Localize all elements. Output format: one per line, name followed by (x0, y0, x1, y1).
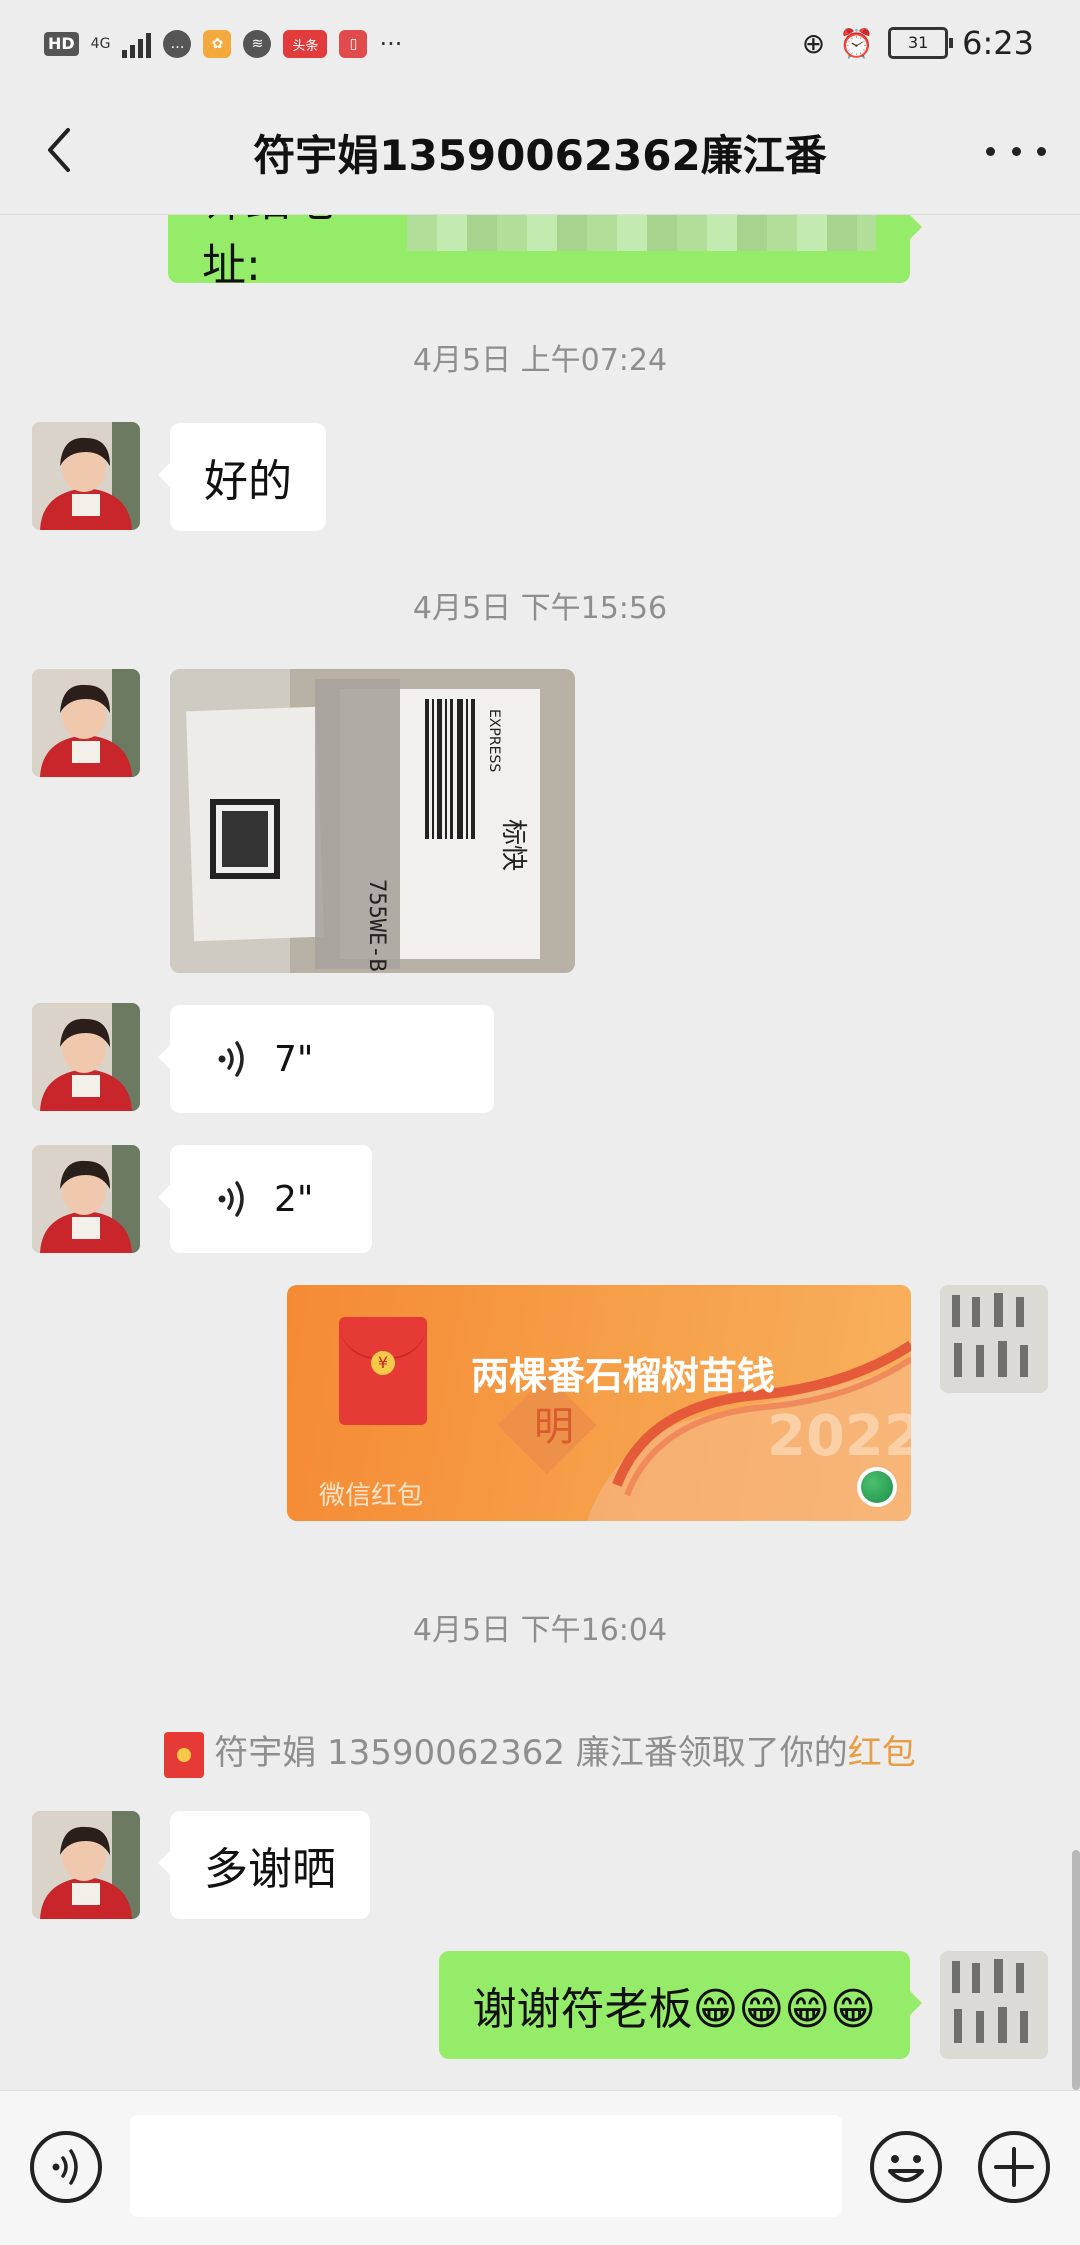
figures-avatar-image (940, 1285, 1048, 1393)
deco-character: 明 (534, 1404, 574, 1450)
avatar[interactable] (32, 1811, 140, 1919)
voice-input-icon (30, 2131, 102, 2203)
plus-icon (978, 2131, 1050, 2203)
red-packet-link[interactable]: 红包 (848, 1733, 916, 1773)
status-left: HD 4G … ✿ ≋ 头条 ▯ ··· (44, 22, 402, 66)
alarm-icon: ⏰ (839, 26, 875, 60)
deco-year: 2022 (767, 1404, 911, 1469)
photo-express-text: EXPRESS (486, 709, 502, 772)
photo-code-text: 755WE-BC-003 (364, 879, 389, 973)
chat-area[interactable]: 详细地址: 4月5日 上午07:24 好的 4月5日 下午15:56 (0, 215, 1080, 2090)
timestamp: 4月5日 下午15:56 (412, 591, 668, 626)
photo-message[interactable]: 755WE-BC-003 EXPRESS 标快 (170, 669, 575, 973)
app-icon: ✿ (203, 30, 232, 58)
toutiao-icon: 头条 (283, 30, 328, 58)
chat-header: 符宇娟13590062362廉江番 (0, 86, 1080, 215)
message-text: 谢谢符老板😁😁😁😁 (472, 1984, 876, 2035)
chat-scrollbar[interactable] (1072, 1850, 1080, 2090)
timestamp: 4月5日 上午07:24 (412, 343, 668, 378)
message-text: 多谢晒 (204, 1844, 336, 1895)
system-notice-text: 符宇娟 13590062362 廉江番领取了你的 (214, 1733, 848, 1773)
clock: 6:23 (962, 24, 1034, 62)
my-avatar[interactable] (940, 1951, 1048, 2059)
voice-message[interactable]: 7" (158, 1005, 494, 1113)
figures-avatar-image (940, 1951, 1048, 2059)
message-bubble[interactable]: 多谢晒 (158, 1811, 370, 1919)
book-app-icon: ▯ (339, 30, 368, 58)
avatar[interactable] (32, 1145, 140, 1253)
photo-biaokuai-text: 标快 (498, 819, 528, 871)
back-button[interactable] (36, 124, 88, 176)
input-bar (0, 2090, 1080, 2245)
status-right: ⊕ ⏰ 31 6:23 (802, 20, 1034, 66)
emoji-icon (870, 2131, 942, 2203)
more-dots-icon (986, 146, 995, 156)
overflow-notifications-icon: ··· (379, 30, 403, 58)
globe-icon (857, 1467, 897, 1507)
avatar[interactable] (32, 669, 140, 777)
girl-avatar-image (32, 1811, 140, 1919)
status-bar: HD 4G … ✿ ≋ 头条 ▯ ··· ⊕ ⏰ 31 6:23 (0, 0, 1080, 86)
voice-duration: 7" (274, 1038, 314, 1080)
avatar[interactable] (32, 422, 140, 530)
hd-badge: HD (44, 32, 79, 56)
voice-input-button[interactable] (28, 2129, 104, 2205)
chat-title: 符宇娟13590062362廉江番 (253, 131, 827, 180)
address-bubble[interactable]: 详细地址: (168, 215, 922, 291)
more-button[interactable] (986, 126, 1046, 176)
plus-button[interactable] (976, 2129, 1052, 2205)
emoji-button[interactable] (868, 2129, 944, 2205)
package-label-photo: 755WE-BC-003 EXPRESS 标快 (170, 669, 575, 973)
red-packet-message-text: 两棵番石榴树苗钱 (471, 1354, 776, 1398)
address-redacted (406, 215, 876, 251)
avatar[interactable] (32, 1003, 140, 1111)
red-packet-label: 微信红包 (319, 1481, 424, 1511)
message-input[interactable] (130, 2115, 842, 2217)
audio-app-icon: ≋ (243, 30, 272, 58)
data-saver-icon: ⊕ (801, 26, 826, 60)
timestamp: 4月5日 下午16:04 (412, 1613, 668, 1648)
voice-wave-icon (218, 1181, 244, 1217)
voice-message[interactable]: 2" (158, 1145, 372, 1253)
voice-duration: 2" (274, 1178, 314, 1220)
battery-icon: 31 (888, 27, 954, 59)
voice-wave-icon (218, 1041, 244, 1077)
girl-avatar-image (32, 1145, 140, 1253)
message-text: 好的 (204, 456, 292, 507)
address-label: 详细地址: (202, 215, 334, 291)
girl-avatar-image (32, 1003, 140, 1111)
red-packet-small-icon (164, 1731, 205, 1778)
signal-icon (122, 30, 152, 58)
red-packet-message[interactable]: 明 2022 ¥ 两棵番石榴树苗钱 微信红包 (287, 1285, 911, 1521)
network-type: 4G (90, 36, 111, 52)
my-avatar[interactable] (940, 1285, 1048, 1393)
system-notice: 符宇娟 13590062362 廉江番领取了你的红包 (0, 1725, 1080, 1778)
girl-avatar-image (32, 422, 140, 530)
message-bubble[interactable]: 好的 (158, 423, 326, 531)
girl-avatar-image (32, 669, 140, 777)
red-envelope-icon: ¥ (339, 1317, 427, 1425)
chevron-left-icon (48, 128, 70, 172)
message-app-icon: … (163, 30, 192, 58)
my-message-bubble[interactable]: 谢谢符老板😁😁😁😁 (438, 1951, 923, 2059)
